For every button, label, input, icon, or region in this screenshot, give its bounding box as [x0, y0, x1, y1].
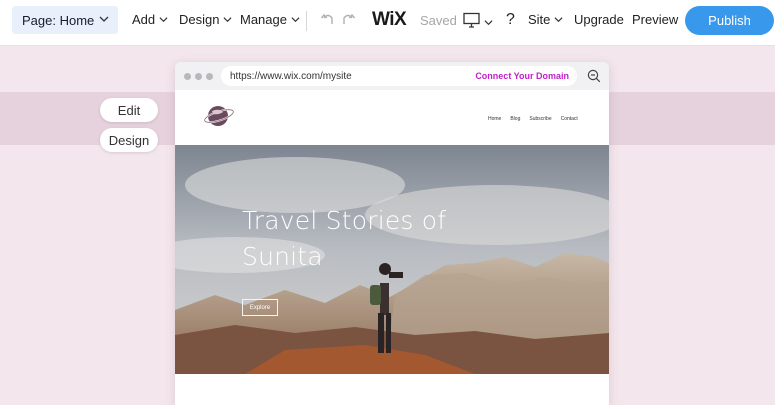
- design-button[interactable]: Design: [100, 128, 158, 152]
- site-nav-subscribe[interactable]: Subscribe: [529, 116, 551, 122]
- site-header: Home Blog Subscribe Contact: [175, 90, 609, 145]
- chevron-down-icon: [159, 15, 168, 24]
- undo-icon[interactable]: [320, 11, 336, 32]
- site-nav-blog[interactable]: Blog: [510, 116, 520, 122]
- site-preview-window: https://www.wix.com/mysite Connect Your …: [175, 62, 609, 405]
- site-menu[interactable]: Site: [528, 12, 563, 27]
- top-toolbar: Page: Home Add Design Manage WiX Saved ?…: [0, 0, 775, 46]
- site-nav: Home Blog Subscribe Contact: [488, 116, 578, 122]
- saved-status: Saved: [420, 13, 457, 28]
- chevron-down-icon[interactable]: [484, 14, 493, 32]
- url-field[interactable]: https://www.wix.com/mysite Connect Your …: [221, 66, 577, 86]
- manage-menu[interactable]: Manage: [240, 12, 300, 27]
- toolbar-divider: [306, 11, 307, 31]
- site-content-area: [175, 374, 609, 405]
- site-logo-icon: [203, 103, 236, 134]
- hero-section: Travel Stories of Sunita Explore: [175, 145, 609, 374]
- site-nav-contact[interactable]: Contact: [561, 116, 578, 122]
- url-text: https://www.wix.com/mysite: [230, 70, 352, 82]
- chevron-down-icon: [99, 14, 109, 24]
- design-menu-label: Design: [179, 12, 220, 27]
- publish-button[interactable]: Publish: [685, 6, 774, 35]
- desktop-view-icon[interactable]: [463, 12, 480, 33]
- add-menu[interactable]: Add: [132, 12, 168, 27]
- site-nav-home[interactable]: Home: [488, 116, 501, 122]
- upgrade-link[interactable]: Upgrade: [574, 12, 624, 27]
- add-menu-label: Add: [132, 12, 156, 27]
- edit-button[interactable]: Edit: [100, 98, 158, 122]
- preview-button[interactable]: Preview: [632, 12, 678, 27]
- explore-button[interactable]: Explore: [242, 299, 278, 316]
- chevron-down-icon: [223, 15, 232, 24]
- hero-title: Travel Stories of Sunita: [242, 206, 447, 271]
- wix-logo: WiX: [372, 9, 407, 30]
- page-selector-label: Page: Home: [22, 12, 95, 28]
- redo-icon[interactable]: [340, 11, 356, 32]
- chevron-down-icon: [291, 15, 300, 24]
- chevron-down-icon: [554, 15, 563, 24]
- site-menu-label: Site: [528, 12, 551, 27]
- design-menu[interactable]: Design: [179, 12, 232, 27]
- manage-menu-label: Manage: [240, 12, 287, 27]
- zoom-icon[interactable]: [587, 69, 601, 88]
- page-selector[interactable]: Page: Home: [12, 6, 118, 34]
- window-dot-icon: [206, 73, 213, 80]
- window-dot-icon: [195, 73, 202, 80]
- help-icon[interactable]: ?: [506, 11, 515, 29]
- browser-address-bar: https://www.wix.com/mysite Connect Your …: [175, 62, 609, 90]
- window-dot-icon: [184, 73, 191, 80]
- connect-domain-link[interactable]: Connect Your Domain: [475, 71, 569, 81]
